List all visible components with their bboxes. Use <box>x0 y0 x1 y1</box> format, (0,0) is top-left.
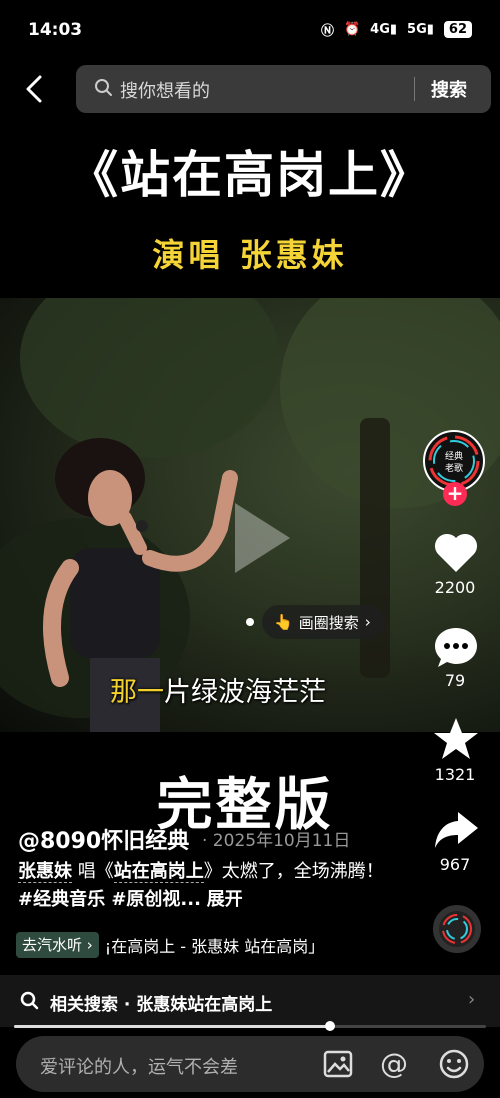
disc-ring-icon <box>442 914 472 944</box>
favorite-count: 1321 <box>434 765 476 784</box>
caption-tags[interactable]: #经典音乐 #原创视... <box>18 889 201 910</box>
svg-text:经典: 经典 <box>445 450 463 462</box>
post-date: · 2025年10月11日 <box>202 831 351 851</box>
video-subtitle: 那一片绿波海茫茫 <box>110 670 326 709</box>
progress-fill <box>14 1025 331 1028</box>
circle-search-icon: 👆 <box>274 613 293 631</box>
music-title: ¡在高岗上 - 张惠妹 站在高岗」 <box>104 937 325 956</box>
caption-rest: 》太燃了，全场沸腾！ <box>203 861 384 882</box>
subtitle-rest: 片绿波海茫茫 <box>164 677 326 708</box>
heart-icon[interactable] <box>432 530 480 574</box>
caption-singer[interactable]: 张惠妹 <box>18 861 72 883</box>
video-song-title: 《站在高岗上》 <box>68 145 432 204</box>
play-icon[interactable] <box>225 498 295 578</box>
video-player[interactable]: 👆 画圈搜索 › 那一片绿波海茫茫 <box>0 298 500 732</box>
comment-count: 79 <box>444 671 466 690</box>
signal-4g-icon: 4G▮ <box>370 22 398 37</box>
svg-text:老歌: 老歌 <box>445 462 463 474</box>
emoji-icon[interactable] <box>438 1048 470 1080</box>
signal-5g-icon: 5G▮ <box>407 22 434 37</box>
image-icon[interactable] <box>322 1048 354 1080</box>
back-button[interactable] <box>22 72 50 106</box>
share-icon[interactable] <box>432 808 480 852</box>
music-row[interactable]: 去汽水听 › ¡在高岗上 - 张惠妹 站在高岗」 <box>16 930 324 960</box>
related-search-text: 相关搜索 · 张惠妹站在高岗上 <box>50 995 273 1015</box>
video-singer-line: 演唱 张惠妹 <box>152 236 348 274</box>
nfc-icon: Ⓝ <box>320 24 334 39</box>
search-bar[interactable]: 搜你想看的 搜索 <box>76 65 491 113</box>
star-icon[interactable] <box>432 716 480 762</box>
qishui-button[interactable]: 去汽水听 › <box>16 932 99 958</box>
share-count: 967 <box>439 855 471 874</box>
comment-bar[interactable]: 爱评论的人，运气不会差 @ <box>16 1036 484 1092</box>
search-input[interactable]: 搜你想看的 <box>120 77 210 103</box>
comment-icon[interactable] <box>432 624 480 670</box>
status-time: 14:03 <box>28 20 83 40</box>
svg-text:@: @ <box>380 1048 408 1080</box>
back-arrow-icon <box>26 75 42 103</box>
post-caption: 张惠妹 唱《站在高岗上》太燃了，全场沸腾！#经典音乐 #原创视... 展开 <box>18 858 398 914</box>
mention-icon[interactable]: @ <box>378 1048 410 1080</box>
search-button[interactable]: 搜索 <box>431 76 467 102</box>
author-name[interactable]: @8090怀旧经典 <box>18 823 189 855</box>
related-search-bar[interactable]: 相关搜索 · 张惠妹站在高岗上 › <box>0 975 500 1027</box>
progress-knob[interactable] <box>325 1021 336 1031</box>
caption-sing: 唱《 <box>72 861 114 882</box>
follow-button[interactable]: + <box>443 482 467 506</box>
search-icon <box>20 991 39 1010</box>
circle-search-button[interactable]: 👆 画圈搜索 › <box>262 605 385 639</box>
chevron-right-icon: › <box>468 989 476 1010</box>
music-disc-icon[interactable] <box>433 905 481 953</box>
expand-button[interactable]: 展开 <box>207 889 243 910</box>
circle-search-label: 画圈搜索 <box>298 613 359 632</box>
chevron-right-icon: › <box>364 613 371 631</box>
alarm-icon: ⏰ <box>343 22 361 37</box>
subtitle-highlight: 那一 <box>110 677 164 708</box>
status-icons: Ⓝ ⏰ 4G▮ 5G▮ 62 <box>321 20 472 39</box>
comment-input[interactable]: 爱评论的人，运气不会差 <box>40 1053 238 1079</box>
battery-icon: 62 <box>443 21 472 38</box>
indicator-dot <box>246 618 254 626</box>
search-icon <box>95 79 112 96</box>
like-count: 2200 <box>434 578 476 597</box>
caption-song[interactable]: 站在高岗上 <box>113 861 204 883</box>
status-bar: 14:03 Ⓝ ⏰ 4G▮ 5G▮ 62 <box>0 0 500 62</box>
search-divider <box>414 77 415 101</box>
